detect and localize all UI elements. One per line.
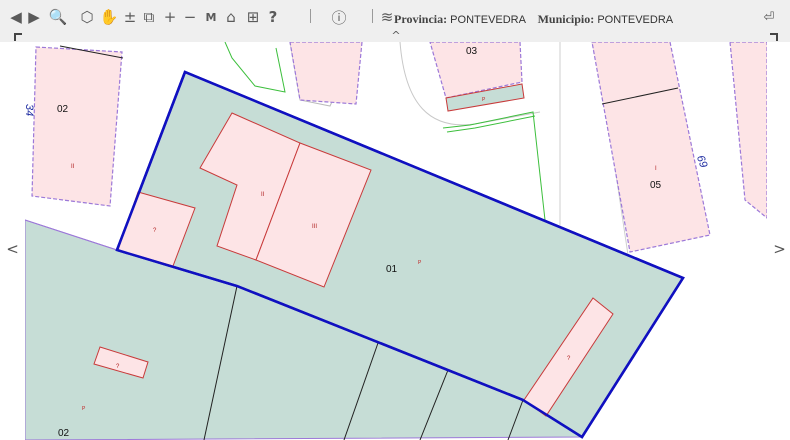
parcel-label-02-bottom: 02 — [58, 428, 70, 439]
floors-label-left: II — [71, 164, 75, 170]
info-marker-icon[interactable]: ⓘ — [330, 6, 348, 28]
help-icon[interactable]: ? — [266, 6, 280, 28]
toolbar-separator — [310, 9, 311, 23]
logout-icon[interactable]: ⏎ — [760, 6, 778, 28]
pan-left-arrow[interactable]: < — [0, 240, 25, 258]
3d-view-icon[interactable]: ⬡ — [78, 6, 96, 28]
corner-mark-right — [770, 33, 778, 41]
floors-label-iii: III — [312, 224, 317, 230]
building-05 — [591, 42, 711, 253]
zoom-in-out-icon[interactable]: ± — [122, 6, 138, 28]
provincia-value: PONTEVEDRA — [450, 14, 526, 26]
road-green-line — [224, 42, 286, 93]
layers-icon[interactable]: ⧉ — [140, 6, 158, 28]
zoom-out-icon[interactable]: − — [182, 6, 198, 28]
building-top-center — [289, 42, 363, 105]
provincia-label: Provincia: — [394, 12, 448, 26]
building-far-right — [729, 42, 767, 219]
collapse-toolbar-icon[interactable]: ^ — [390, 28, 402, 42]
road-green-line — [446, 115, 536, 133]
location-info: Provincia: PONTEVEDRA Municipio: PONTEVE… — [394, 12, 673, 27]
building-icon[interactable]: ⌂ — [222, 6, 240, 28]
toolbar-separator — [372, 9, 373, 23]
map-canvas: 34 69 02 03 05 01 02 II II III I ? ? ? P… — [25, 42, 767, 440]
floors-label-center: II — [261, 192, 265, 198]
toolbar: ◀ ▶ 🔍 ⬡ ✋ ± ⧉ + − M ⌂ ⊞ ? ⓘ ≋ Provincia:… — [0, 0, 790, 42]
measure-icon[interactable]: M — [204, 6, 218, 28]
parcel-label-05: 05 — [650, 180, 662, 191]
legend-icon[interactable]: ⊞ — [244, 6, 262, 28]
cadastral-map[interactable]: 34 69 02 03 05 01 02 II II III I ? ? ? P… — [25, 42, 767, 440]
building-02-top — [31, 46, 123, 207]
layer-stack-icon[interactable]: ≋ — [380, 6, 394, 28]
zoom-in-icon[interactable]: + — [162, 6, 178, 28]
parcel-label-03: 03 — [466, 46, 478, 57]
corner-mark-left — [14, 33, 22, 41]
street-number-left: 34 — [25, 104, 35, 116]
search-icon[interactable]: 🔍 — [48, 6, 68, 28]
municipio-label: Municipio: — [537, 12, 595, 26]
parcel-label-01: 01 — [386, 264, 398, 275]
parcel-label-02-top: 02 — [57, 104, 69, 115]
municipio-value: PONTEVEDRA — [597, 14, 674, 26]
pan-hand-icon[interactable]: ✋ — [100, 6, 119, 28]
back-arrow-icon[interactable]: ◀ — [8, 6, 24, 28]
pan-right-arrow[interactable]: > — [767, 240, 790, 258]
forward-arrow-icon[interactable]: ▶ — [26, 6, 42, 28]
